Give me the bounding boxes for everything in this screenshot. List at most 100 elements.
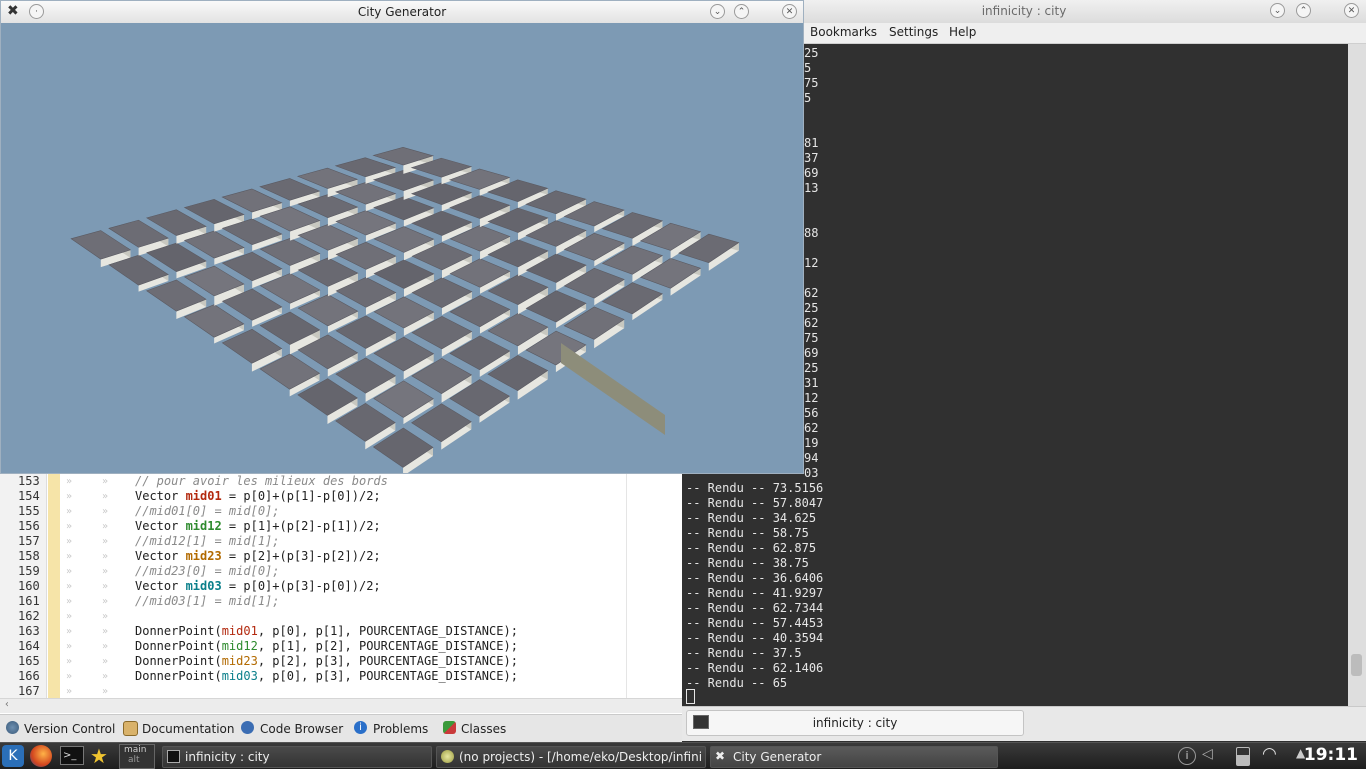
terminal-tab[interactable]: infinicity : city — [686, 710, 1024, 736]
version-control-icon — [6, 721, 19, 734]
volume-icon[interactable]: ◁ — [1202, 746, 1213, 762]
code-function: DonnerPoint( — [135, 639, 222, 653]
terminal-line-fragment: 12 — [804, 391, 819, 405]
whitespace-marker: » — [102, 656, 109, 667]
line-number: 155 — [18, 504, 40, 518]
virtual-desktop-pager[interactable]: main alt — [119, 744, 155, 769]
city-road-segment — [561, 343, 665, 435]
terminal-line: -- Rendu -- 40.3594 — [686, 631, 824, 645]
terminal-line: -- Rendu -- 62.875 — [686, 541, 817, 555]
whitespace-marker: » — [66, 596, 73, 607]
classes-button[interactable]: Classes — [461, 722, 506, 736]
code-keyword: Vector — [135, 489, 186, 503]
notifications-info-icon[interactable]: i — [1178, 747, 1196, 765]
code-expression: = p[2]+(p[3]-p[2])/2; — [221, 549, 381, 563]
pager-desktop-main[interactable]: main — [120, 745, 154, 755]
documentation-button[interactable]: Documentation — [142, 722, 235, 736]
whitespace-marker: » — [102, 521, 109, 532]
task-label: (no projects) - [/home/eko/Desktop/infin… — [459, 750, 702, 764]
line-number: 154 — [18, 489, 40, 503]
whitespace-marker: » — [66, 671, 73, 682]
menu-bookmarks[interactable]: Bookmarks — [810, 25, 877, 39]
whitespace-marker: » — [102, 581, 109, 592]
code-expression: , p[1], p[2], POURCENTAGE_DISTANCE); — [257, 639, 518, 653]
whitespace-marker: » — [102, 611, 109, 622]
code-expression: = p[0]+(p[1]-p[0])/2; — [221, 489, 381, 503]
version-control-button[interactable]: Version Control — [24, 722, 115, 736]
line-number: 164 — [18, 639, 40, 653]
scroll-left-icon[interactable]: ‹ — [4, 699, 10, 710]
whitespace-marker: » — [102, 476, 109, 487]
terminal-line-fragment: 31 — [804, 376, 819, 390]
code-variable: mid23 — [221, 654, 258, 668]
favorites-star-icon[interactable]: ★ — [90, 744, 108, 768]
documentation-icon — [123, 721, 138, 736]
whitespace-marker: » — [102, 626, 109, 637]
whitespace-marker: » — [66, 536, 73, 547]
terminal-line: -- Rendu -- 41.9297 — [686, 586, 824, 600]
code-browser-icon — [241, 721, 254, 734]
whitespace-marker: » — [66, 686, 73, 697]
code-keyword: Vector — [135, 579, 186, 593]
menu-settings[interactable]: Settings — [889, 25, 938, 39]
wifi-icon[interactable]: ◠ — [1262, 744, 1277, 764]
terminal-line: -- Rendu -- 37.5 — [686, 646, 802, 660]
whitespace-marker: » — [66, 491, 73, 502]
kdevelop-icon — [441, 750, 454, 763]
firefox-icon[interactable] — [30, 745, 52, 767]
modification-margin — [48, 472, 60, 698]
whitespace-marker: » — [102, 596, 109, 607]
code-line: //mid01[0] = mid[0]; — [135, 504, 280, 518]
terminal-line-fragment: 12 — [804, 256, 819, 270]
code-line: DonnerPoint(mid23, p[2], p[3], POURCENTA… — [135, 654, 518, 669]
maximize-icon[interactable]: ⌃ — [1296, 3, 1311, 18]
whitespace-marker: » — [102, 686, 109, 697]
task-kdevelop[interactable]: (no projects) - [/home/eko/Desktop/infin… — [436, 746, 706, 768]
terminal-scrollbar[interactable] — [1348, 44, 1366, 706]
city-generator-window: ✖ · City Generator ⌄ ⌃ ✕ — [0, 0, 804, 474]
clock[interactable]: 19:11 — [1304, 745, 1358, 765]
terminal-line-fragment: 62 — [804, 421, 819, 435]
menu-help[interactable]: Help — [949, 25, 976, 39]
editor-horizontal-scrollbar[interactable]: ‹ — [0, 698, 682, 713]
task-label: infinicity : city — [185, 750, 270, 764]
battery-icon[interactable] — [1236, 747, 1250, 766]
3d-viewport[interactable] — [1, 23, 803, 473]
line-number: 166 — [18, 669, 40, 683]
city-generator-title: City Generator — [357, 5, 447, 19]
code-editor[interactable]: 153 154 155 156 157 158 159 160 161 162 … — [0, 472, 682, 714]
code-line: Vector mid12 = p[1]+(p[2]-p[1])/2; — [135, 519, 381, 534]
line-number: 156 — [18, 519, 40, 533]
city-generator-titlebar[interactable]: ✖ · City Generator ⌄ ⌃ ✕ — [1, 1, 803, 24]
terminal-line-fragment: 75 — [804, 76, 819, 90]
maximize-icon[interactable]: ⌃ — [734, 4, 749, 19]
close-icon[interactable]: ✕ — [782, 4, 797, 19]
code-variable: mid03 — [221, 669, 258, 683]
terminal-line: -- Rendu -- 65 — [686, 676, 788, 690]
code-variable: mid12 — [185, 519, 222, 533]
problems-button[interactable]: Problems — [373, 722, 428, 736]
terminal-line-fragment: 25 — [804, 46, 819, 60]
task-city-generator[interactable]: ✖ City Generator — [710, 746, 998, 768]
terminal-line-fragment: 62 — [804, 316, 819, 330]
close-icon[interactable]: ✕ — [1344, 3, 1359, 18]
whitespace-marker: » — [102, 566, 109, 577]
scrollbar-thumb[interactable] — [1351, 654, 1362, 676]
code-line: //mid03[1] = mid[1]; — [135, 594, 280, 608]
line-number: 157 — [18, 534, 40, 548]
terminal-tab-label: infinicity : city — [812, 716, 898, 730]
minimize-icon[interactable]: ⌄ — [710, 4, 725, 19]
whitespace-marker: » — [102, 536, 109, 547]
task-terminal[interactable]: infinicity : city — [162, 746, 432, 768]
classes-icon — [443, 721, 456, 734]
pager-desktop-alt[interactable]: alt — [120, 755, 154, 765]
code-line: Vector mid03 = p[0]+(p[3]-p[0])/2; — [135, 579, 381, 594]
minimize-icon[interactable]: ⌄ — [1270, 3, 1285, 18]
code-expression: , p[2], p[3], POURCENTAGE_DISTANCE); — [257, 654, 518, 668]
kde-menu-icon[interactable]: K — [2, 745, 24, 767]
konsole-launcher-icon[interactable]: >_ — [60, 746, 84, 765]
terminal-line-fragment: 03 — [804, 466, 819, 480]
code-browser-button[interactable]: Code Browser — [260, 722, 343, 736]
terminal-line-fragment: 37 — [804, 151, 819, 165]
terminal-line: -- Rendu -- 57.4453 — [686, 616, 824, 630]
